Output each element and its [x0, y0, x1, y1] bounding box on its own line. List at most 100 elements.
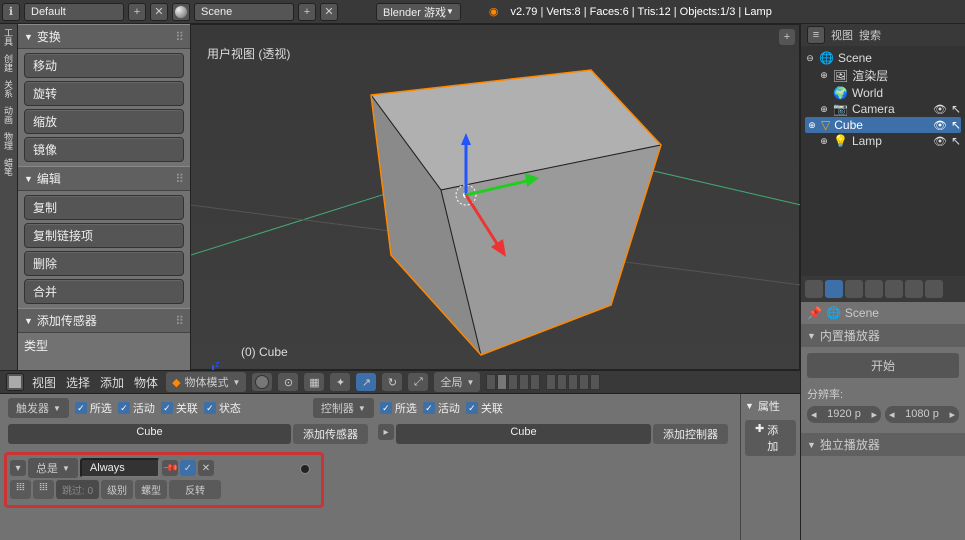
- scene-icon[interactable]: [172, 3, 190, 21]
- check-link-ctrl[interactable]: ✓关联: [466, 400, 503, 416]
- layout-add-button[interactable]: +: [128, 3, 146, 21]
- tab-constraints-icon[interactable]: [905, 280, 923, 298]
- add-controller-button[interactable]: 添加控制器: [653, 424, 728, 444]
- delete-button[interactable]: 删除: [24, 251, 184, 276]
- join-button[interactable]: 合并: [24, 279, 184, 304]
- tab-physics[interactable]: 物理: [0, 128, 17, 154]
- tab-relations[interactable]: 关系: [0, 76, 17, 102]
- menu-select[interactable]: 选择: [64, 374, 92, 391]
- check-sel-sensor[interactable]: ✓所选: [75, 400, 112, 416]
- check-link-sensor[interactable]: ✓关联: [161, 400, 198, 416]
- outliner-menu-search[interactable]: 搜索: [859, 27, 881, 43]
- engine-dropdown[interactable]: Blender 游戏 ▼: [376, 3, 461, 21]
- duplicate-linked-button[interactable]: 复制链接项: [24, 223, 184, 248]
- tap-button[interactable]: 螺型: [135, 480, 167, 499]
- scene-close-button[interactable]: ✕: [320, 3, 338, 21]
- pin-icon[interactable]: 📌: [807, 306, 822, 320]
- check-act-sensor[interactable]: ✓活动: [118, 400, 155, 416]
- outliner-lamp[interactable]: ⊕💡Lamp👁↖: [805, 133, 961, 149]
- outliner[interactable]: ⊖🌐Scene ⊕🖼渲染层 🌍World ⊕📷Camera👁↖ ⊕▽Cube👁↖…: [801, 46, 965, 276]
- tab-render-icon[interactable]: [805, 280, 823, 298]
- layer-buttons[interactable]: [486, 374, 600, 390]
- widget-icon[interactable]: ✦: [330, 373, 350, 391]
- eye-icon[interactable]: 👁: [933, 103, 947, 116]
- tab-scene-icon[interactable]: [845, 280, 863, 298]
- sensor-name-input[interactable]: [80, 458, 160, 478]
- scene-dropdown[interactable]: Scene: [194, 3, 294, 21]
- check-act-ctrl[interactable]: ✓活动: [423, 400, 460, 416]
- pivot-icon[interactable]: ⊙: [278, 373, 298, 391]
- sensor-object-label[interactable]: Cube: [8, 424, 291, 444]
- cursor-icon[interactable]: ↖: [951, 102, 961, 116]
- tab-modifiers-icon[interactable]: [925, 280, 943, 298]
- tab-object-icon[interactable]: [885, 280, 903, 298]
- tab-tools[interactable]: 工具: [0, 24, 17, 50]
- embedded-player-header[interactable]: ▼内置播放器: [801, 324, 965, 347]
- translate-manipulator-icon[interactable]: ↗: [356, 373, 376, 391]
- add-sensor-panel-header[interactable]: ▼添加传感器⠿: [18, 308, 190, 333]
- layer-icon[interactable]: ▦: [304, 373, 324, 391]
- outliner-menu-view[interactable]: 视图: [831, 27, 853, 43]
- editor-type-icon[interactable]: [6, 373, 24, 391]
- scene-add-button[interactable]: +: [298, 3, 316, 21]
- outliner-world[interactable]: 🌍World: [805, 85, 961, 101]
- sensor-type-dropdown[interactable]: 总是▼: [28, 458, 78, 478]
- close-icon[interactable]: ✕: [198, 460, 214, 476]
- ctrl-object-label[interactable]: Cube: [396, 424, 651, 444]
- add-prop-button[interactable]: ✚添加: [745, 420, 796, 456]
- tab-greasepencil[interactable]: 蜡笔: [0, 154, 17, 180]
- check-state-sensor[interactable]: ✓状态: [204, 400, 241, 416]
- add-sensor-button[interactable]: 添加传感器: [293, 424, 368, 444]
- tab-renderlayer-icon[interactable]: [825, 280, 843, 298]
- outliner-camera[interactable]: ⊕📷Camera👁↖: [805, 101, 961, 117]
- outliner-renderlayers[interactable]: ⊕🖼渲染层: [805, 66, 961, 85]
- cursor-icon[interactable]: ↖: [951, 134, 961, 148]
- rotate-button[interactable]: 旋转: [24, 81, 184, 106]
- sensor-collapse-icon[interactable]: ▾: [10, 460, 26, 476]
- rotate-manipulator-icon[interactable]: ↻: [382, 373, 402, 391]
- duplicate-button[interactable]: 复制: [24, 195, 184, 220]
- ctrl-expand-icon[interactable]: ▸: [378, 424, 394, 440]
- pulse-true-icon[interactable]: 𝍖: [10, 480, 31, 499]
- invert-button[interactable]: 反转: [169, 480, 221, 499]
- tab-animation[interactable]: 动画: [0, 102, 17, 128]
- outliner-editor-icon[interactable]: ≡: [807, 26, 825, 44]
- outliner-cube[interactable]: ⊕▽Cube👁↖: [805, 117, 961, 133]
- orientation-dropdown[interactable]: 全局▼: [434, 372, 480, 392]
- eye-icon[interactable]: 👁: [933, 119, 947, 132]
- 3d-viewport[interactable]: + 用户视图 (透视) z y x (0) Cube: [190, 24, 800, 370]
- res-x-field[interactable]: ◂1920 p▸: [807, 406, 881, 423]
- layout-dropdown[interactable]: Default: [24, 3, 124, 21]
- tab-create[interactable]: 创建: [0, 50, 17, 76]
- cursor-icon[interactable]: ↖: [951, 118, 961, 132]
- sensors-dropdown[interactable]: 触发器▼: [8, 398, 69, 418]
- edit-panel-header[interactable]: ▼编辑⠿: [18, 166, 190, 191]
- pin-icon[interactable]: 📌: [162, 460, 178, 476]
- props-header[interactable]: ▼属性: [745, 398, 796, 414]
- standalone-player-header[interactable]: ▼独立播放器: [801, 433, 965, 456]
- checkbox-icon[interactable]: ✓: [180, 460, 196, 476]
- mirror-button[interactable]: 镜像: [24, 137, 184, 162]
- menu-object[interactable]: 物体: [132, 374, 160, 391]
- translate-button[interactable]: 移动: [24, 53, 184, 78]
- res-y-field[interactable]: ◂1080 p▸: [885, 406, 959, 423]
- controllers-dropdown[interactable]: 控制器▼: [313, 398, 374, 418]
- level-button[interactable]: 级别: [101, 480, 133, 499]
- tab-world-icon[interactable]: [865, 280, 883, 298]
- menu-add[interactable]: 添加: [98, 374, 126, 391]
- pulse-false-icon[interactable]: 𝍖: [33, 480, 54, 499]
- scale-manipulator-icon[interactable]: ⤢: [408, 373, 428, 391]
- scale-button[interactable]: 缩放: [24, 109, 184, 134]
- start-button[interactable]: 开始: [807, 353, 959, 378]
- shading-icon[interactable]: [252, 373, 272, 391]
- sensor-output-socket[interactable]: [300, 464, 310, 474]
- eye-icon[interactable]: 👁: [933, 135, 947, 148]
- transform-panel-header[interactable]: ▼变换⠿: [18, 24, 190, 49]
- menu-view[interactable]: 视图: [30, 374, 58, 391]
- layout-close-button[interactable]: ✕: [150, 3, 168, 21]
- check-sel-ctrl[interactable]: ✓所选: [380, 400, 417, 416]
- editor-icon[interactable]: ℹ: [2, 3, 20, 21]
- mode-dropdown[interactable]: ◆物体模式▼: [166, 372, 246, 392]
- outliner-scene[interactable]: ⊖🌐Scene: [805, 50, 961, 66]
- skip-field[interactable]: 跳过: 0: [56, 480, 99, 499]
